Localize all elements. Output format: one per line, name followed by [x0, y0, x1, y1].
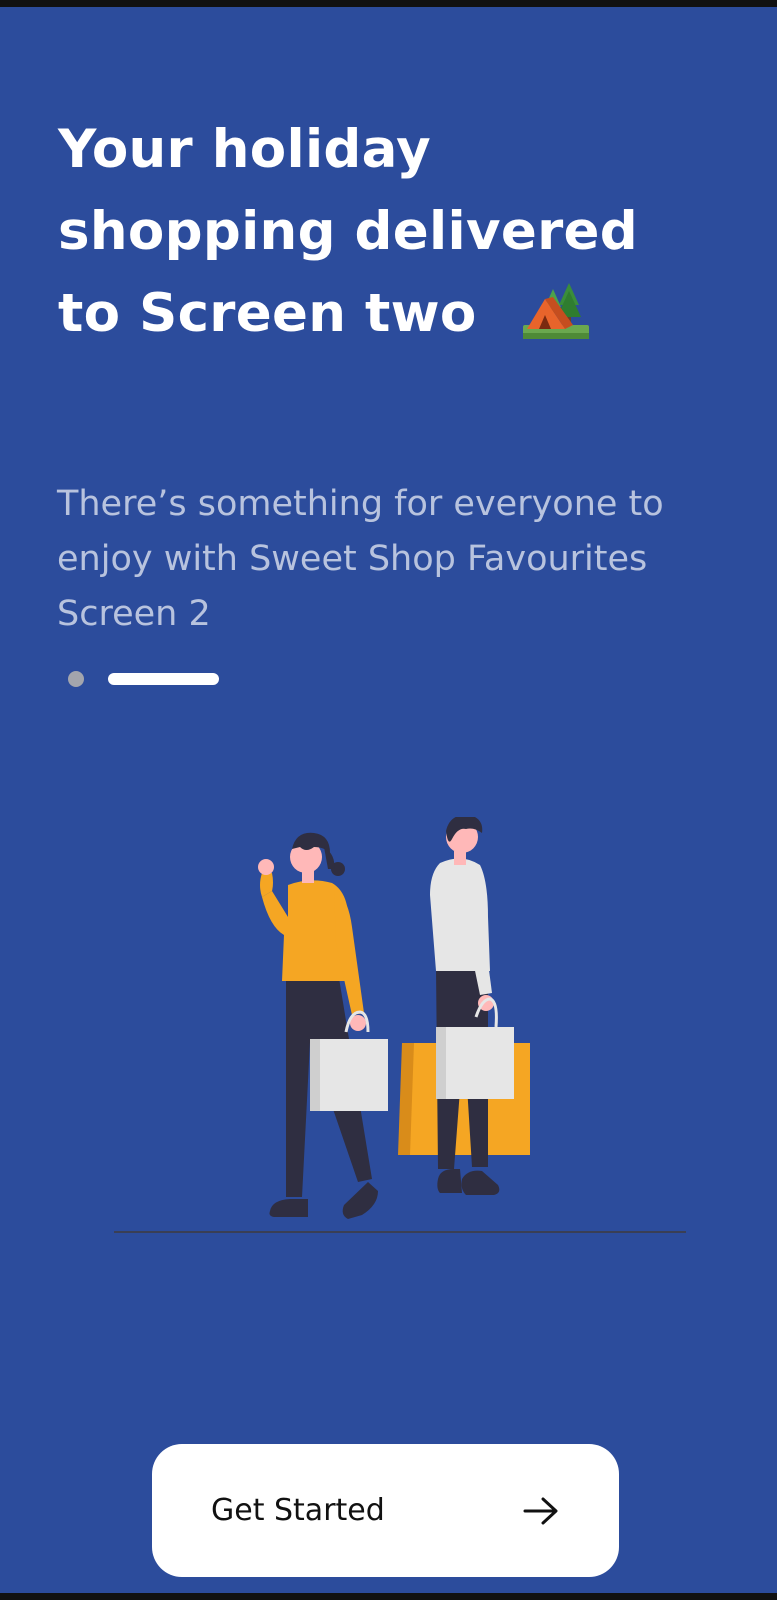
arrow-right-icon: [523, 1497, 558, 1524]
headline: Your holiday shopping delivered to Scree…: [58, 109, 698, 355]
onboarding-screen: Your holiday shopping delivered to Scree…: [0, 7, 777, 1593]
page-dot-inactive[interactable]: [68, 671, 84, 687]
bottom-edge: [0, 1593, 777, 1600]
woman-figure: [258, 832, 388, 1219]
page-indicator: [68, 670, 228, 687]
get-started-button[interactable]: Get Started: [152, 1444, 619, 1577]
subtitle: There’s something for everyone to enjoy …: [57, 484, 664, 634]
man-figure: [398, 817, 530, 1195]
get-started-label: Get Started: [211, 1493, 385, 1528]
page-dot-active[interactable]: [108, 673, 219, 685]
camping-tent-icon: [522, 283, 589, 339]
shopping-couple-illustration: [114, 817, 686, 1233]
top-edge: [0, 0, 777, 7]
